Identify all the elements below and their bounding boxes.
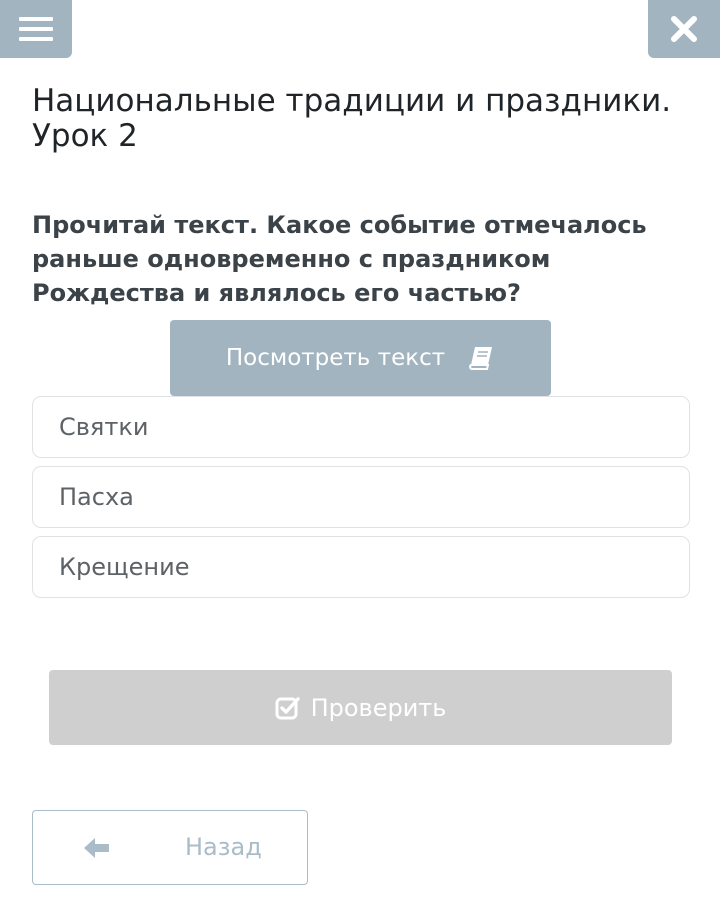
question-text: Прочитай текст. Какое событие отмечалось… bbox=[32, 211, 647, 307]
view-text-button[interactable]: Посмотреть текст bbox=[170, 320, 551, 396]
back-label: Назад bbox=[185, 833, 262, 861]
book-icon bbox=[469, 347, 493, 370]
hamburger-icon bbox=[19, 17, 53, 41]
answer-list: Святки Пасха Крещение bbox=[32, 396, 690, 606]
lesson-title: Национальные традиции и праздники. Урок … bbox=[32, 83, 672, 154]
answer-option[interactable]: Крещение bbox=[32, 536, 690, 598]
checkbox-icon bbox=[275, 696, 300, 719]
view-text-label: Посмотреть текст bbox=[225, 345, 446, 371]
arrow-left-icon bbox=[84, 838, 109, 858]
answer-label: Крещение bbox=[59, 553, 190, 581]
check-label: Проверить bbox=[310, 693, 447, 722]
lesson-page: Национальные традиции и праздники. Урок … bbox=[0, 0, 720, 913]
check-button[interactable]: Проверить bbox=[49, 670, 672, 745]
answer-option[interactable]: Пасха bbox=[32, 466, 690, 528]
back-button[interactable]: Назад bbox=[32, 810, 308, 885]
answer-label: Святки bbox=[59, 413, 149, 441]
answer-label: Пасха bbox=[59, 483, 134, 511]
close-icon bbox=[671, 16, 697, 42]
menu-button[interactable] bbox=[0, 0, 72, 58]
close-button[interactable] bbox=[648, 0, 720, 58]
answer-option[interactable]: Святки bbox=[32, 396, 690, 458]
